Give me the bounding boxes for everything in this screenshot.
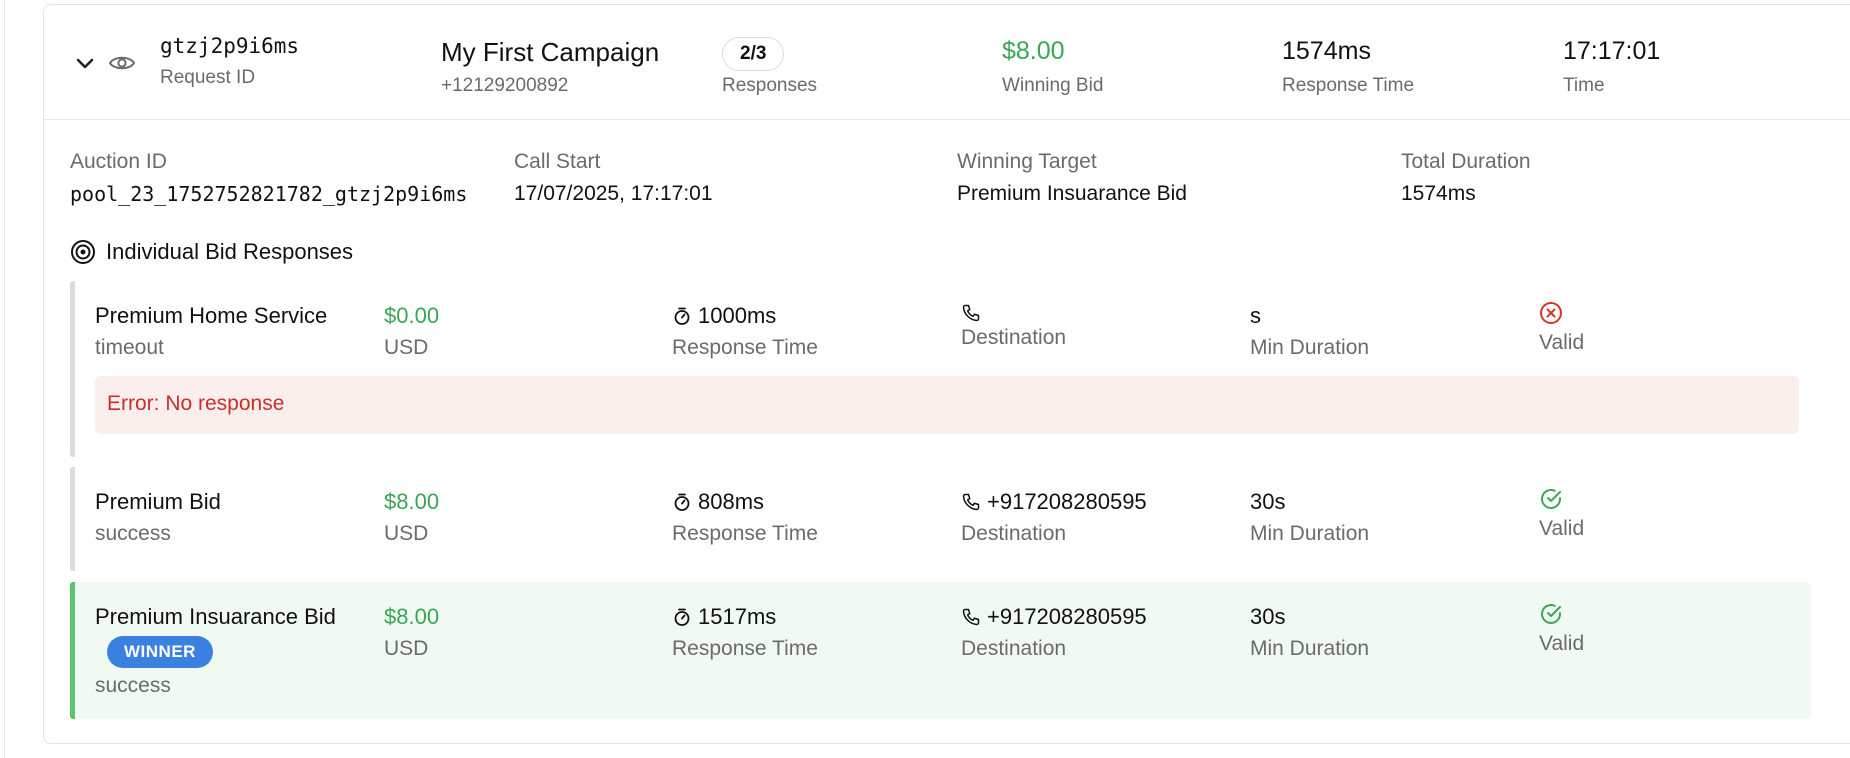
- call-start-label: Call Start: [514, 150, 601, 173]
- request-card: gtzj2p9i6ms Request ID My First Campaign…: [43, 4, 1850, 744]
- destination-label: Destination: [961, 522, 1067, 545]
- time-value: 17:17:01: [1563, 37, 1661, 65]
- winning-bid-value: $8.00: [1002, 37, 1065, 65]
- currency-label: USD: [384, 522, 429, 545]
- min-duration-value: 30s: [1250, 604, 1286, 629]
- bid-response-row: Premium Bid success $8.00 USD 808ms Resp…: [70, 467, 1811, 571]
- response-time-value: 1000ms: [698, 303, 777, 328]
- min-duration-value: 30s: [1250, 489, 1286, 514]
- response-time-label: Response Time: [672, 522, 818, 545]
- bidder-name: Premium Home Service: [95, 303, 328, 328]
- timer-icon: [674, 608, 690, 626]
- valid-label: Valid: [1539, 517, 1585, 540]
- error-message: Error: No response: [107, 392, 285, 415]
- min-duration-value: s: [1250, 303, 1261, 328]
- winner-badge-label: WINNER: [107, 636, 213, 668]
- bid-status-bar: [70, 582, 75, 719]
- min-duration-label: Min Duration: [1250, 336, 1370, 359]
- responses-count-badge: 2/3: [722, 37, 785, 71]
- response-time-value: 1574ms: [1282, 37, 1371, 65]
- phone-icon: [962, 608, 980, 626]
- target-icon: [71, 240, 95, 264]
- bid-amount: $0.00: [384, 303, 440, 328]
- page-left-divider: [4, 0, 5, 758]
- response-time-label: Response Time: [1282, 75, 1415, 96]
- phone-icon: [962, 304, 980, 322]
- bid-response-time: 1517ms: [672, 604, 776, 630]
- currency-label: USD: [384, 637, 429, 660]
- bid-response-row: Premium Home Service timeout $0.00 USD 1…: [70, 281, 1811, 457]
- responses-label: Responses: [722, 75, 818, 96]
- destination-label: Destination: [961, 637, 1067, 660]
- request-id-label: Request ID: [160, 67, 256, 88]
- auction-id-value: pool_23_1752752821782_gtzj2p9i6ms: [70, 182, 468, 206]
- destination-label: Destination: [961, 326, 1067, 349]
- eye-icon[interactable]: [108, 51, 136, 75]
- bid-destination: +917208280595: [961, 604, 1147, 630]
- bid-amount: $8.00: [384, 489, 440, 514]
- check-circle-icon: [1541, 489, 1561, 509]
- bid-destination: [961, 303, 987, 323]
- bid-status: success: [95, 522, 171, 545]
- winning-bid-label: Winning Bid: [1002, 75, 1104, 96]
- response-time-value: 1517ms: [698, 604, 777, 629]
- bid-response-time: 1000ms: [672, 303, 776, 329]
- error-message-box: Error: No response: [95, 376, 1799, 434]
- destination-value: +917208280595: [987, 489, 1147, 514]
- call-start-value: 17/07/2025, 17:17:01: [514, 182, 713, 205]
- x-circle-icon: [1540, 302, 1562, 324]
- total-duration-value: 1574ms: [1401, 182, 1476, 205]
- auction-id-label: Auction ID: [70, 150, 167, 173]
- timer-icon: [674, 493, 690, 511]
- bidder-name: Premium Insuarance Bid: [95, 604, 336, 629]
- response-time-label: Response Time: [672, 336, 818, 359]
- campaign-name: My First Campaign: [441, 37, 660, 67]
- check-circle-icon: [1541, 604, 1561, 624]
- bid-responses-heading: Individual Bid Responses: [70, 239, 353, 265]
- bid-status: success: [95, 674, 171, 697]
- bid-status-bar: [70, 281, 75, 457]
- winning-bid-response-row: Premium Insuarance Bid WINNER success $8…: [70, 582, 1811, 719]
- winning-target-value: Premium Insuarance Bid: [957, 182, 1187, 205]
- time-label: Time: [1563, 75, 1605, 96]
- request-id-value: gtzj2p9i6ms: [160, 34, 300, 58]
- request-header-row[interactable]: gtzj2p9i6ms Request ID My First Campaign…: [44, 5, 1850, 120]
- total-duration-label: Total Duration: [1401, 150, 1531, 173]
- timer-icon: [674, 307, 690, 325]
- winner-badge: WINNER: [107, 636, 213, 668]
- chevron-down-icon[interactable]: [73, 51, 97, 75]
- bidder-name: Premium Bid: [95, 489, 221, 514]
- min-duration-label: Min Duration: [1250, 637, 1370, 660]
- response-time-value: 808ms: [698, 489, 765, 514]
- valid-label: Valid: [1539, 331, 1585, 354]
- bid-status: timeout: [95, 336, 164, 359]
- phone-icon: [962, 493, 980, 511]
- campaign-phone: +12129200892: [441, 75, 569, 96]
- winning-target-label: Winning Target: [957, 150, 1097, 173]
- bid-amount: $8.00: [384, 604, 440, 629]
- destination-value: +917208280595: [987, 604, 1147, 629]
- bid-destination: +917208280595: [961, 489, 1147, 515]
- bid-responses-title: Individual Bid Responses: [106, 239, 354, 264]
- min-duration-label: Min Duration: [1250, 522, 1370, 545]
- bid-status-bar: [70, 467, 75, 571]
- bid-response-time: 808ms: [672, 489, 764, 515]
- valid-label: Valid: [1539, 632, 1585, 655]
- response-time-label: Response Time: [672, 637, 818, 660]
- currency-label: USD: [384, 336, 429, 359]
